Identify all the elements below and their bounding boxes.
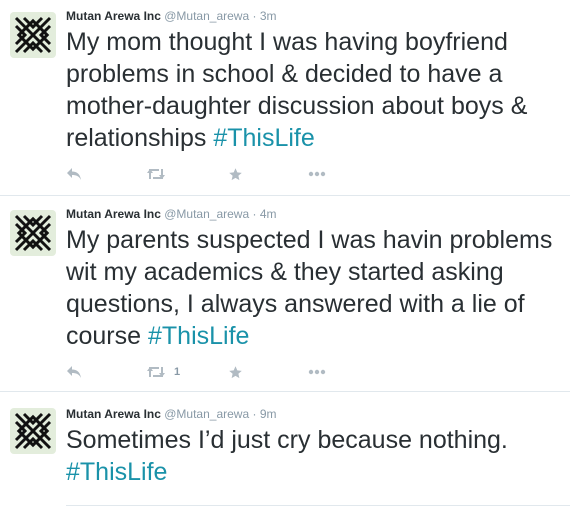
retweet-button[interactable]: 1 [146,362,180,382]
more-button[interactable] [308,362,326,382]
more-icon [308,171,326,177]
timestamp[interactable]: 9m [260,407,277,421]
user-handle[interactable]: @Mutan_arewa [164,207,249,221]
timestamp[interactable]: 3m [260,9,277,23]
tweet-item[interactable]: Mutan Arewa Inc @Mutan_arewa · 4m My par… [0,196,570,392]
knot-emblem-icon [14,16,52,54]
display-name[interactable]: Mutan Arewa Inc [66,207,161,221]
separator: · [252,407,257,421]
retweet-icon [147,367,165,377]
user-handle[interactable]: @Mutan_arewa [164,407,249,421]
timestamp[interactable]: 4m [260,207,277,221]
tweet-item[interactable]: Mutan Arewa Inc @Mutan_arewa · 9m Someti… [0,392,570,512]
reply-button[interactable] [66,362,82,382]
favorite-button[interactable] [228,362,243,382]
avatar[interactable] [10,408,56,454]
more-button[interactable] [308,164,326,184]
knot-emblem-icon [14,214,52,252]
tweet-header: Mutan Arewa Inc @Mutan_arewa · 9m [66,406,277,422]
separator: · [252,9,257,23]
hashtag-link[interactable]: #ThisLife [148,322,249,350]
tweet-header: Mutan Arewa Inc @Mutan_arewa · 4m [66,206,277,222]
favorite-button[interactable] [228,164,243,184]
display-name[interactable]: Mutan Arewa Inc [66,407,161,421]
hashtag-link[interactable]: #ThisLife [66,458,167,486]
tweet-body: Sometimes I’d just cry because nothing. [66,426,508,454]
tweet-text: My mom thought I was having boyfriend pr… [66,26,562,154]
star-icon [229,365,242,378]
avatar[interactable] [10,12,56,58]
more-icon [308,369,326,375]
reply-button[interactable] [66,164,82,184]
retweet-icon [147,169,165,179]
retweet-count: 1 [174,366,181,378]
user-handle[interactable]: @Mutan_arewa [164,9,249,23]
avatar[interactable] [10,210,56,256]
tweet-item[interactable]: Mutan Arewa Inc @Mutan_arewa · 3m My mom… [0,0,570,196]
tweet-body: My parents suspected I was havin problem… [66,226,553,350]
tweet-text: My parents suspected I was havin problem… [66,224,562,352]
separator: · [252,207,257,221]
reply-icon [67,168,81,180]
reply-icon [67,366,81,378]
star-icon [229,167,242,180]
knot-emblem-icon [14,412,52,450]
display-name[interactable]: Mutan Arewa Inc [66,9,161,23]
tweet-text: Sometimes I’d just cry because nothing. … [66,424,562,488]
next-tweet-divider [66,505,570,506]
tweet-header: Mutan Arewa Inc @Mutan_arewa · 3m [66,8,277,24]
hashtag-link[interactable]: #ThisLife [213,124,314,152]
retweet-button[interactable] [146,164,174,184]
